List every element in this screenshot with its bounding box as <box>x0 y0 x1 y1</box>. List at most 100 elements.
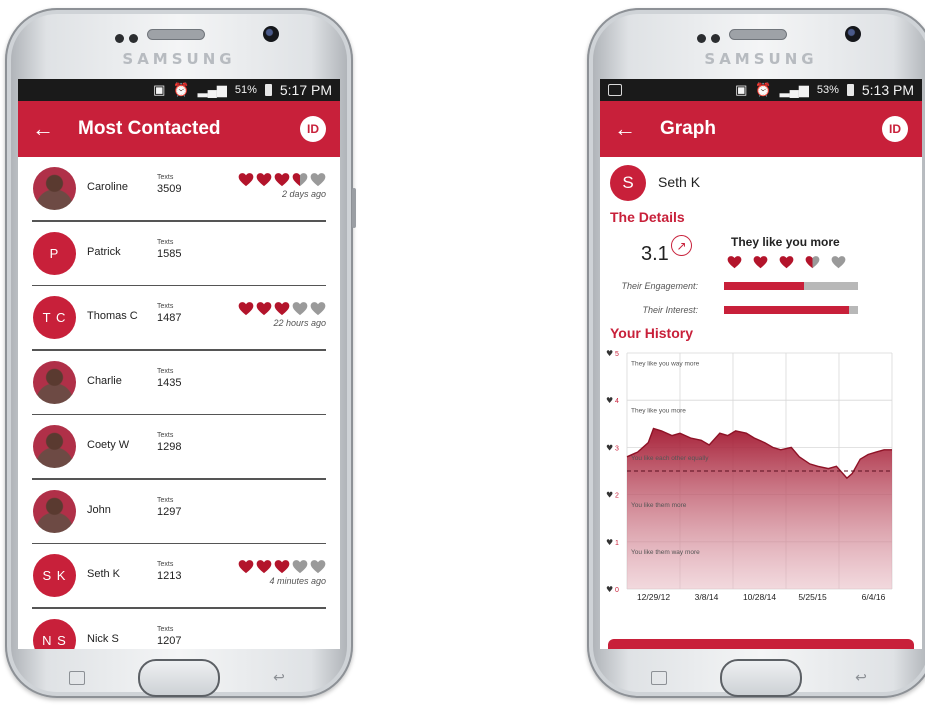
contact-name: Coety W <box>87 439 130 451</box>
contact-name: John <box>87 503 111 516</box>
score-value: 3.1 <box>641 243 669 265</box>
brand-logo: SAMSUNG <box>122 50 236 68</box>
battery-percent: 53% <box>816 84 839 96</box>
home-button[interactable] <box>720 659 802 697</box>
front-camera <box>263 26 279 42</box>
list-item[interactable]: Coety W Texts 1298 <box>18 415 340 480</box>
heart-icon <box>292 301 308 316</box>
heart-icon <box>256 559 272 574</box>
avatar: T C <box>33 296 76 339</box>
heart-icon <box>805 255 820 269</box>
list-item[interactable]: John Texts 1297 <box>18 480 340 544</box>
texts-label: Texts <box>157 174 174 181</box>
engagement-bar-fill <box>724 282 805 290</box>
list-item[interactable]: S K Seth K Texts 1213 4 minutes ago <box>18 544 340 609</box>
signal-icon: ▂▄▆ <box>779 82 809 97</box>
sensor-dots <box>115 30 143 48</box>
battery-icon <box>264 84 272 96</box>
heart-icon <box>753 255 768 269</box>
alarm-icon: ⏰ <box>755 82 772 97</box>
y-tick-heart-icon: ♥ <box>606 396 613 405</box>
band-label: You like them way more <box>631 549 700 556</box>
heart-icon <box>292 559 308 574</box>
front-camera <box>845 26 861 42</box>
list-item[interactable]: T C Thomas C Texts 1487 22 hours ago <box>18 286 340 351</box>
recent-apps-icon[interactable] <box>65 668 89 686</box>
heart-icon <box>256 301 272 316</box>
last-contact-time: 2 days ago <box>281 189 326 199</box>
avatar: P <box>33 231 76 275</box>
texts-count: 3509 <box>157 183 182 195</box>
avatar: N S <box>33 618 76 649</box>
screen-most-contacted: ▣ ⏰ ▂▄▆ 51% 5:17 PM ← Most Contacted ID … <box>18 79 340 649</box>
gallery-notification-icon <box>608 84 622 96</box>
heart-icon <box>779 255 794 269</box>
heart-icon <box>727 255 742 269</box>
alarm-icon: ⏰ <box>173 82 190 97</box>
list-item[interactable]: P Patrick Texts 1585 <box>18 222 340 286</box>
heart-rating <box>238 559 326 574</box>
y-tick-heart-icon: ♥ <box>606 491 613 500</box>
back-arrow-icon[interactable]: ← <box>614 116 648 142</box>
app-logo-icon[interactable]: ID <box>882 116 908 142</box>
contact-name: Patrick <box>87 245 121 258</box>
status-time: 5:13 PM <box>861 82 914 98</box>
y-tick-label: 2 <box>615 493 619 500</box>
engagement-label: Their Engagement: <box>621 281 698 291</box>
avatar <box>33 425 76 468</box>
history-title: Your History <box>610 325 693 341</box>
app-bar: ← Graph ID <box>600 101 922 157</box>
band-label: They like you more <box>631 408 686 415</box>
recent-apps-icon[interactable] <box>647 668 671 686</box>
y-tick-label: 5 <box>615 351 619 358</box>
home-button[interactable] <box>138 659 220 697</box>
compass-icon[interactable]: ↗ <box>671 235 692 256</box>
sensor-dots <box>697 30 725 48</box>
band-label: You like them more <box>631 502 687 509</box>
avatar: S <box>610 165 646 201</box>
avatar: S K <box>33 554 76 597</box>
x-tick-label: 10/28/14 <box>743 592 776 602</box>
texts-count: 1207 <box>157 634 182 647</box>
status-bar: ▣ ⏰ ▂▄▆ 53% 5:13 PM <box>600 79 922 101</box>
list-item[interactable]: N S Nick S Texts 1207 <box>18 609 340 649</box>
texts-count: 1487 <box>157 312 182 324</box>
contact-list: Caroline Texts 3509 2 days ago P Patrick Texts… <box>18 157 340 649</box>
y-tick-label: 1 <box>615 540 619 547</box>
texts-count: 1213 <box>157 570 182 582</box>
verdict-hearts <box>727 255 846 269</box>
interest-bar <box>724 306 858 314</box>
texts-label: Texts <box>157 496 174 504</box>
heart-rating <box>238 301 326 316</box>
app-logo-icon[interactable]: ID <box>300 116 326 142</box>
avatar <box>33 489 76 533</box>
back-key-icon[interactable]: ↩ <box>267 668 291 686</box>
details-title: The Details <box>610 209 685 225</box>
contact-name: Nick S <box>87 632 119 645</box>
back-key-icon[interactable]: ↩ <box>849 668 873 686</box>
bottom-action-bar[interactable] <box>608 639 914 649</box>
status-time: 5:17 PM <box>279 82 332 98</box>
list-item[interactable]: Charlie Texts 1435 <box>18 351 340 415</box>
texts-count: 1297 <box>157 505 182 518</box>
phone-left: SAMSUNG ▣ ⏰ ▂▄▆ 51% 5:17 PM ← Most Conta… <box>5 8 356 698</box>
heart-icon <box>238 301 254 316</box>
y-tick-heart-icon: ♥ <box>606 443 613 452</box>
last-contact-time: 22 hours ago <box>273 318 326 328</box>
heart-icon <box>238 172 254 187</box>
earpiece <box>147 29 205 40</box>
earpiece <box>729 29 787 40</box>
texts-count: 1298 <box>157 441 182 453</box>
back-arrow-icon[interactable]: ← <box>32 116 66 142</box>
heart-rating <box>238 172 326 187</box>
texts-label: Texts <box>157 238 174 246</box>
avatar <box>33 167 76 210</box>
notification-icon: ▣ <box>153 82 166 97</box>
list-item[interactable]: Caroline Texts 3509 2 days ago <box>18 157 340 222</box>
signal-icon: ▂▄▆ <box>197 82 227 97</box>
y-tick-label: 3 <box>615 445 619 452</box>
texts-label: Texts <box>157 432 174 439</box>
band-label: They like you way more <box>631 360 700 367</box>
last-contact-time: 4 minutes ago <box>269 576 326 586</box>
heart-icon <box>310 172 326 187</box>
